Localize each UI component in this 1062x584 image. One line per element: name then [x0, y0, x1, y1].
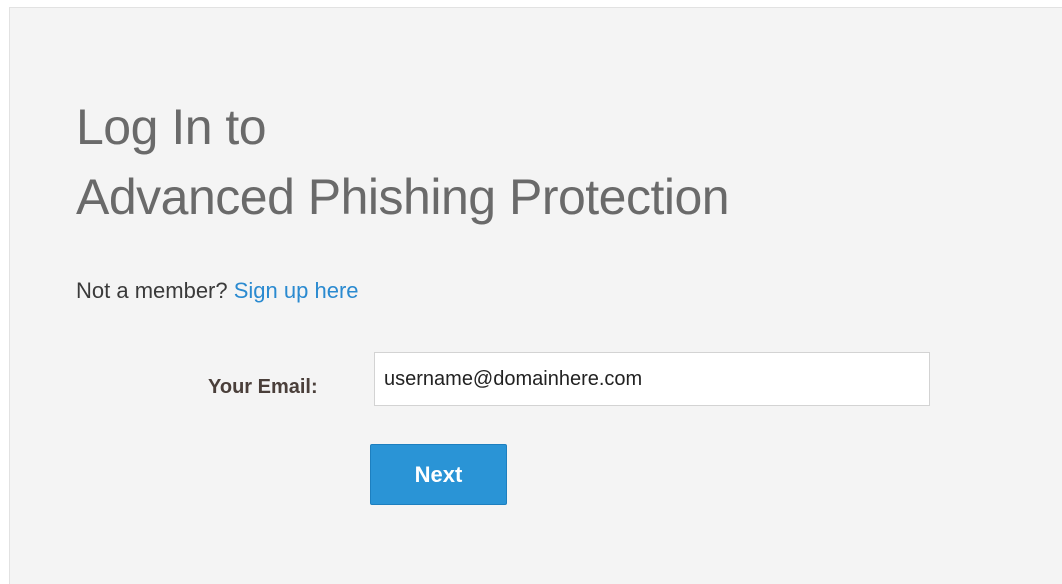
signup-prompt: Not a member? Sign up here	[76, 276, 359, 306]
title-line-1: Log In to	[76, 99, 267, 155]
title-line-2: Advanced Phishing Protection	[76, 169, 730, 225]
email-field[interactable]	[374, 352, 930, 406]
signup-link[interactable]: Sign up here	[234, 278, 359, 303]
page-title: Log In to Advanced Phishing Protection	[76, 92, 730, 232]
login-panel: Log In to Advanced Phishing Protection N…	[9, 7, 1062, 584]
next-button[interactable]: Next	[370, 444, 507, 505]
not-member-text: Not a member?	[76, 278, 228, 303]
email-label: Your Email:	[208, 376, 318, 398]
